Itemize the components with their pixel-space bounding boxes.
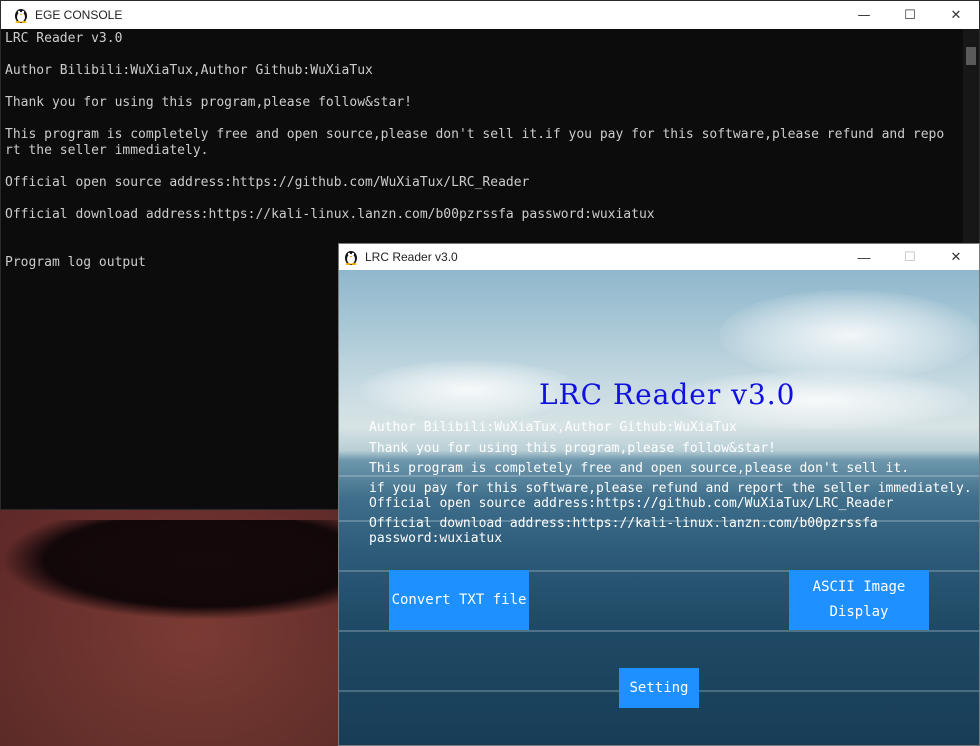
setting-button[interactable]: Setting xyxy=(619,668,699,708)
minimize-button[interactable]: — xyxy=(841,1,887,29)
free-text: This program is completely free and open… xyxy=(369,461,910,476)
console-window-title: EGE CONSOLE xyxy=(35,8,123,22)
console-line: Official download address:https://kali-l… xyxy=(5,207,655,222)
ascii-button-line1: ASCII Image xyxy=(812,579,906,595)
minimize-button[interactable]: — xyxy=(841,244,887,270)
author-text: Author Bilibili:WuXiaTux,Author Github:W… xyxy=(369,420,737,435)
maximize-button[interactable]: ☐ xyxy=(887,1,933,29)
download-address-text: Official download address:https://kali-l… xyxy=(369,516,878,531)
thanks-text: Thank you for using this program,please … xyxy=(369,441,776,456)
source-address-text: Official open source address:https://git… xyxy=(369,496,894,511)
app-title: LRC Reader v3.0 xyxy=(539,378,796,411)
lrc-titlebar[interactable]: LRC Reader v3.0 — ☐ ✕ xyxy=(339,244,979,270)
lrc-reader-window: LRC Reader v3.0 — ☐ ✕ LRC Reader v3.0 Au… xyxy=(338,243,980,746)
lrc-window-title: LRC Reader v3.0 xyxy=(365,250,458,264)
console-titlebar[interactable]: EGE CONSOLE — ☐ ✕ xyxy=(1,1,979,29)
close-button[interactable]: ✕ xyxy=(933,1,979,29)
console-line: LRC Reader v3.0 xyxy=(5,31,123,46)
wallpaper-hill xyxy=(0,520,340,620)
console-line: rt the seller immediately. xyxy=(5,143,209,158)
console-line: This program is completely free and open… xyxy=(5,127,945,142)
penguin-icon xyxy=(343,249,359,265)
convert-txt-button[interactable]: Convert TXT file xyxy=(389,570,529,630)
console-line: Thank you for using this program,please … xyxy=(5,95,412,110)
lrc-content-area: LRC Reader v3.0 Author Bilibili:WuXiaTux… xyxy=(339,270,979,745)
console-line: Author Bilibili:WuXiaTux,Author Github:W… xyxy=(5,63,373,78)
ascii-button-line2: Display xyxy=(829,604,889,620)
refund-text: if you pay for this software,please refu… xyxy=(369,481,972,496)
password-text: password:wuxiatux xyxy=(369,531,503,546)
cloud-decoration xyxy=(719,290,979,380)
penguin-icon xyxy=(13,7,29,23)
close-button[interactable]: ✕ xyxy=(933,244,979,270)
console-line: Official open source address:https://git… xyxy=(5,175,530,190)
ascii-image-display-button[interactable]: ASCII Image Display xyxy=(789,570,929,630)
maximize-button: ☐ xyxy=(904,249,916,264)
scrollbar-thumb[interactable] xyxy=(966,47,976,65)
